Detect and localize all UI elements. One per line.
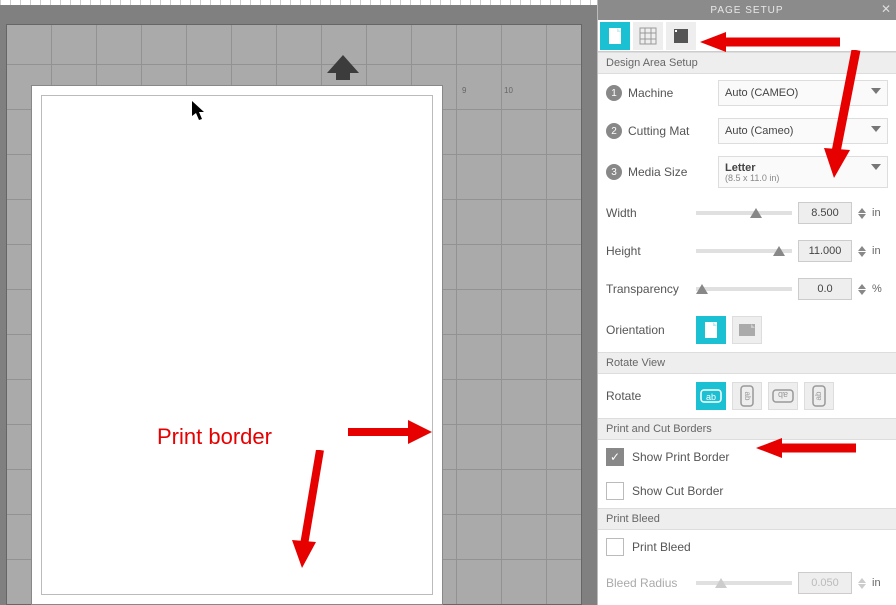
- height-label: Height: [606, 244, 690, 258]
- step-badge: 2: [606, 123, 622, 139]
- row-orientation: Orientation: [598, 308, 896, 352]
- ruler-num: 10: [504, 86, 513, 95]
- width-slider[interactable]: [696, 211, 792, 215]
- bleed-radius-spinner: [858, 578, 866, 589]
- annotation-arrow-icon: [756, 438, 856, 458]
- tab-registration[interactable]: [666, 22, 696, 50]
- bleed-radius-input: 0.050: [798, 572, 852, 594]
- cuttingmat-label: Cutting Mat: [628, 124, 712, 138]
- close-icon[interactable]: ✕: [881, 2, 892, 16]
- row-width: Width 8.500 in: [598, 194, 896, 232]
- annotation-arrow-icon: [820, 50, 870, 180]
- row-rotate: Rotate ab ab ab ab: [598, 374, 896, 418]
- transparency-slider[interactable]: [696, 287, 792, 291]
- row-print-bleed: Print Bleed: [598, 530, 896, 564]
- bleed-radius-slider: [696, 581, 792, 585]
- transparency-input[interactable]: 0.0: [798, 278, 852, 300]
- width-unit: in: [872, 207, 888, 219]
- show-print-border-label: Show Print Border: [632, 450, 729, 464]
- section-print-bleed: Print Bleed: [598, 508, 896, 530]
- print-bleed-label: Print Bleed: [632, 540, 691, 554]
- rotate-label: Rotate: [606, 389, 690, 403]
- show-print-border-checkbox[interactable]: ✓: [606, 448, 624, 466]
- arrow-up-icon: [327, 55, 359, 73]
- row-show-cut-border: Show Cut Border: [598, 474, 896, 508]
- cursor-icon: [192, 101, 206, 121]
- mediasize-label: Media Size: [628, 165, 712, 179]
- height-input[interactable]: 11.000: [798, 240, 852, 262]
- transparency-unit: %: [872, 283, 888, 295]
- chevron-down-icon: [871, 126, 881, 132]
- row-transparency: Transparency 0.0 %: [598, 270, 896, 308]
- bleed-radius-label: Bleed Radius: [606, 576, 690, 590]
- panel-title: PAGE SETUP: [710, 5, 783, 16]
- mediasize-value: Letter: [725, 162, 756, 174]
- show-cut-border-label: Show Cut Border: [632, 484, 723, 498]
- tab-page[interactable]: [600, 22, 630, 50]
- rotate-90-button[interactable]: ab: [732, 382, 762, 410]
- rotate-180-button[interactable]: ab: [768, 382, 798, 410]
- svg-text:ab: ab: [814, 391, 823, 400]
- chevron-down-icon: [871, 88, 881, 94]
- ruler-top: [0, 0, 597, 5]
- width-spinner[interactable]: [858, 208, 866, 219]
- chevron-down-icon: [871, 164, 881, 170]
- panel-title-bar: PAGE SETUP ✕: [598, 0, 896, 20]
- machine-value: Auto (CAMEO): [725, 87, 798, 99]
- tab-grid[interactable]: [633, 22, 663, 50]
- bleed-radius-unit: in: [872, 577, 888, 589]
- orientation-portrait-button[interactable]: [696, 316, 726, 344]
- svg-text:ab: ab: [743, 392, 752, 401]
- section-rotate-view: Rotate View: [598, 352, 896, 374]
- cuttingmat-value: Auto (Cameo): [725, 125, 793, 137]
- rotate-0-button[interactable]: ab: [696, 382, 726, 410]
- annotation-arrow-icon: [700, 32, 840, 52]
- show-cut-border-checkbox[interactable]: [606, 482, 624, 500]
- height-unit: in: [872, 245, 888, 257]
- rotate-270-button[interactable]: ab: [804, 382, 834, 410]
- section-borders: Print and Cut Borders: [598, 418, 896, 440]
- print-bleed-checkbox[interactable]: [606, 538, 624, 556]
- step-badge: 3: [606, 164, 622, 180]
- machine-label: Machine: [628, 86, 712, 100]
- annotation-label: Print border: [157, 424, 272, 450]
- step-badge: 1: [606, 85, 622, 101]
- print-border: [41, 95, 433, 595]
- annotation-arrow-icon: [348, 416, 433, 448]
- mediasize-sub: (8.5 x 11.0 in): [725, 174, 779, 183]
- transparency-spinner[interactable]: [858, 284, 866, 295]
- transparency-label: Transparency: [606, 282, 690, 296]
- width-label: Width: [606, 206, 690, 220]
- row-height: Height 11.000 in: [598, 232, 896, 270]
- height-slider[interactable]: [696, 249, 792, 253]
- ruler-num: 9: [462, 86, 466, 95]
- canvas-area: 9 10 Print border: [0, 0, 597, 605]
- height-spinner[interactable]: [858, 246, 866, 257]
- width-input[interactable]: 8.500: [798, 202, 852, 224]
- orientation-label: Orientation: [606, 323, 690, 337]
- row-bleed-radius: Bleed Radius 0.050 in: [598, 564, 896, 602]
- svg-text:ab: ab: [778, 390, 788, 400]
- annotation-arrow-icon: [290, 450, 330, 570]
- svg-text:ab: ab: [706, 392, 716, 402]
- orientation-landscape-button[interactable]: [732, 316, 762, 344]
